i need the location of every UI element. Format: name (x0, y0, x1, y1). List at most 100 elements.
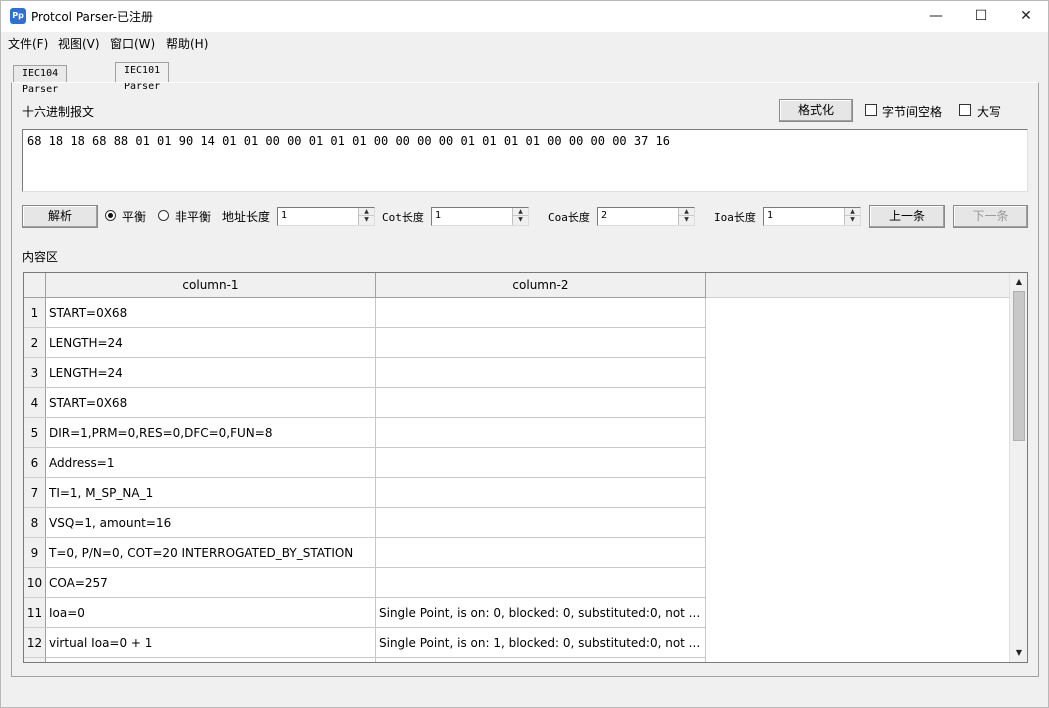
row-number[interactable]: 6 (24, 448, 46, 478)
table-row[interactable]: 1 START=0X68 (24, 298, 706, 328)
prev-button[interactable]: 上一条 (869, 205, 945, 228)
table-corner[interactable] (24, 273, 46, 298)
column-header-2[interactable]: column-2 (376, 273, 706, 298)
addr-len-spinner[interactable]: 1 ▲ ▼ (277, 207, 375, 226)
cell-column-1 (46, 658, 376, 662)
table-row[interactable]: 12 virtual Ioa=0 + 1 Single Point, is on: … (24, 628, 706, 658)
scroll-up-icon[interactable]: ▲ (1012, 275, 1026, 289)
cell-column-1[interactable]: virtual Ioa=0 + 1 (46, 628, 376, 658)
menu-help[interactable]: 帮助(H) (166, 35, 208, 52)
cell-column-2[interactable] (376, 508, 706, 538)
spin-down-icon[interactable]: ▼ (513, 216, 528, 224)
table-row[interactable]: 7 TI=1, M_SP_NA_1 (24, 478, 706, 508)
cell-column-1[interactable]: Ioa=0 (46, 598, 376, 628)
cell-column-1[interactable]: VSQ=1, amount=16 (46, 508, 376, 538)
row-number[interactable]: 5 (24, 418, 46, 448)
cell-column-1[interactable]: LENGTH=24 (46, 358, 376, 388)
scrollbar-thumb[interactable] (1013, 291, 1025, 441)
window-title: Protcol Parser-已注册 (31, 10, 153, 24)
cell-column-2[interactable] (376, 538, 706, 568)
close-button[interactable]: ✕ (1003, 1, 1049, 32)
row-number[interactable]: 11 (24, 598, 46, 628)
cell-column-1[interactable]: START=0X68 (46, 298, 376, 328)
row-number[interactable]: 10 (24, 568, 46, 598)
cell-column-1[interactable]: TI=1, M_SP_NA_1 (46, 478, 376, 508)
cell-column-1[interactable]: T=0, P/N=0, COT=20 INTERROGATED_BY_STATI… (46, 538, 376, 568)
spin-up-icon[interactable]: ▲ (679, 208, 694, 216)
spin-up-icon[interactable]: ▲ (513, 208, 528, 216)
cell-column-1[interactable]: LENGTH=24 (46, 328, 376, 358)
cell-column-1[interactable]: COA=257 (46, 568, 376, 598)
spin-up-icon[interactable]: ▲ (359, 208, 374, 216)
maximize-button[interactable]: ☐ (958, 1, 1004, 32)
cell-column-2[interactable] (376, 418, 706, 448)
cell-column-1[interactable]: Address=1 (46, 448, 376, 478)
cell-column-1[interactable]: START=0X68 (46, 388, 376, 418)
table-row[interactable]: 5 DIR=1,PRM=0,RES=0,DFC=0,FUN=8 (24, 418, 706, 448)
spin-down-icon[interactable]: ▼ (845, 216, 860, 224)
row-number[interactable]: 8 (24, 508, 46, 538)
byte-space-checkbox[interactable] (865, 104, 877, 116)
row-number[interactable]: 1 (24, 298, 46, 328)
scroll-down-icon[interactable]: ▼ (1012, 646, 1026, 660)
table-row[interactable]: 9 T=0, P/N=0, COT=20 INTERROGATED_BY_STAT… (24, 538, 706, 568)
table-row[interactable]: 11 Ioa=0 Single Point, is on: 0, blocked: … (24, 598, 706, 628)
balanced-radio[interactable] (105, 210, 116, 221)
uppercase-checkbox[interactable] (959, 104, 971, 116)
tab-iec101[interactable]: IEC101 Parser (115, 62, 170, 92)
row-number[interactable]: 12 (24, 628, 46, 658)
table-row[interactable]: 6 Address=1 (24, 448, 706, 478)
hex-input[interactable]: 68 18 18 68 88 01 01 90 14 01 01 00 00 0… (22, 129, 1028, 192)
cell-column-2[interactable] (376, 298, 706, 328)
unbalanced-radio[interactable] (158, 210, 169, 221)
row-number[interactable]: 7 (24, 478, 46, 508)
unbalanced-label: 非平衡 (175, 210, 212, 224)
spin-down-icon[interactable]: ▼ (359, 216, 374, 224)
row-number[interactable]: 4 (24, 388, 46, 418)
table-row[interactable]: 10 COA=257 (24, 568, 706, 598)
table-row[interactable]: 4 START=0X68 (24, 388, 706, 418)
cell-column-2[interactable] (376, 388, 706, 418)
parse-button[interactable]: 解析 (22, 205, 98, 228)
coa-len-spinner[interactable]: 2 ▲ ▼ (597, 207, 695, 226)
format-button[interactable]: 格式化 (779, 99, 853, 122)
spin-down-icon[interactable]: ▼ (679, 216, 694, 224)
cell-column-2[interactable]: Single Point, is on: 1, blocked: 0, subs… (376, 628, 706, 658)
next-button[interactable]: 下一条 (953, 205, 1028, 228)
cell-column-2[interactable] (376, 358, 706, 388)
menu-view[interactable]: 视图(V) (58, 35, 100, 52)
cell-column-2[interactable] (376, 448, 706, 478)
cot-len-spin-buttons[interactable]: ▲ ▼ (512, 208, 528, 225)
spin-up-icon[interactable]: ▲ (845, 208, 860, 216)
content-label: 内容区 (22, 250, 59, 264)
cell-column-2[interactable] (376, 568, 706, 598)
addr-len-label: 地址长度 (222, 210, 271, 224)
ioa-len-value: 1 (767, 210, 774, 221)
menu-file[interactable]: 文件(F) (8, 35, 48, 52)
cot-len-label: Cot长度 (382, 211, 424, 224)
vertical-scrollbar[interactable]: ▲ ▼ (1009, 273, 1027, 662)
cell-column-2[interactable]: Single Point, is on: 0, blocked: 0, subs… (376, 598, 706, 628)
title-bar[interactable]: Pp Protcol Parser-已注册 — ☐ ✕ (1, 1, 1048, 32)
cot-len-spinner[interactable]: 1 ▲ ▼ (431, 207, 529, 226)
content-table[interactable]: column-1 column-2 1 START=0X68 2 LENGTH=24 3… (23, 272, 1028, 663)
app-icon: Pp (10, 8, 26, 24)
table-row[interactable]: 3 LENGTH=24 (24, 358, 706, 388)
column-header-1[interactable]: column-1 (46, 273, 376, 298)
table-row[interactable]: 2 LENGTH=24 (24, 328, 706, 358)
cell-column-2[interactable] (376, 478, 706, 508)
coa-len-spin-buttons[interactable]: ▲ ▼ (678, 208, 694, 225)
row-number[interactable]: 2 (24, 328, 46, 358)
cell-column-1[interactable]: DIR=1,PRM=0,RES=0,DFC=0,FUN=8 (46, 418, 376, 448)
ioa-len-spin-buttons[interactable]: ▲ ▼ (844, 208, 860, 225)
row-number[interactable]: 9 (24, 538, 46, 568)
menu-window[interactable]: 窗口(W) (110, 35, 155, 52)
tab-iec104[interactable]: IEC104 Parser (13, 65, 68, 95)
status-bar (1, 687, 1048, 707)
minimize-button[interactable]: — (913, 1, 959, 32)
cell-column-2[interactable] (376, 328, 706, 358)
ioa-len-spinner[interactable]: 1 ▲ ▼ (763, 207, 861, 226)
table-row[interactable]: 8 VSQ=1, amount=16 (24, 508, 706, 538)
row-number[interactable]: 3 (24, 358, 46, 388)
addr-len-spin-buttons[interactable]: ▲ ▼ (358, 208, 374, 225)
